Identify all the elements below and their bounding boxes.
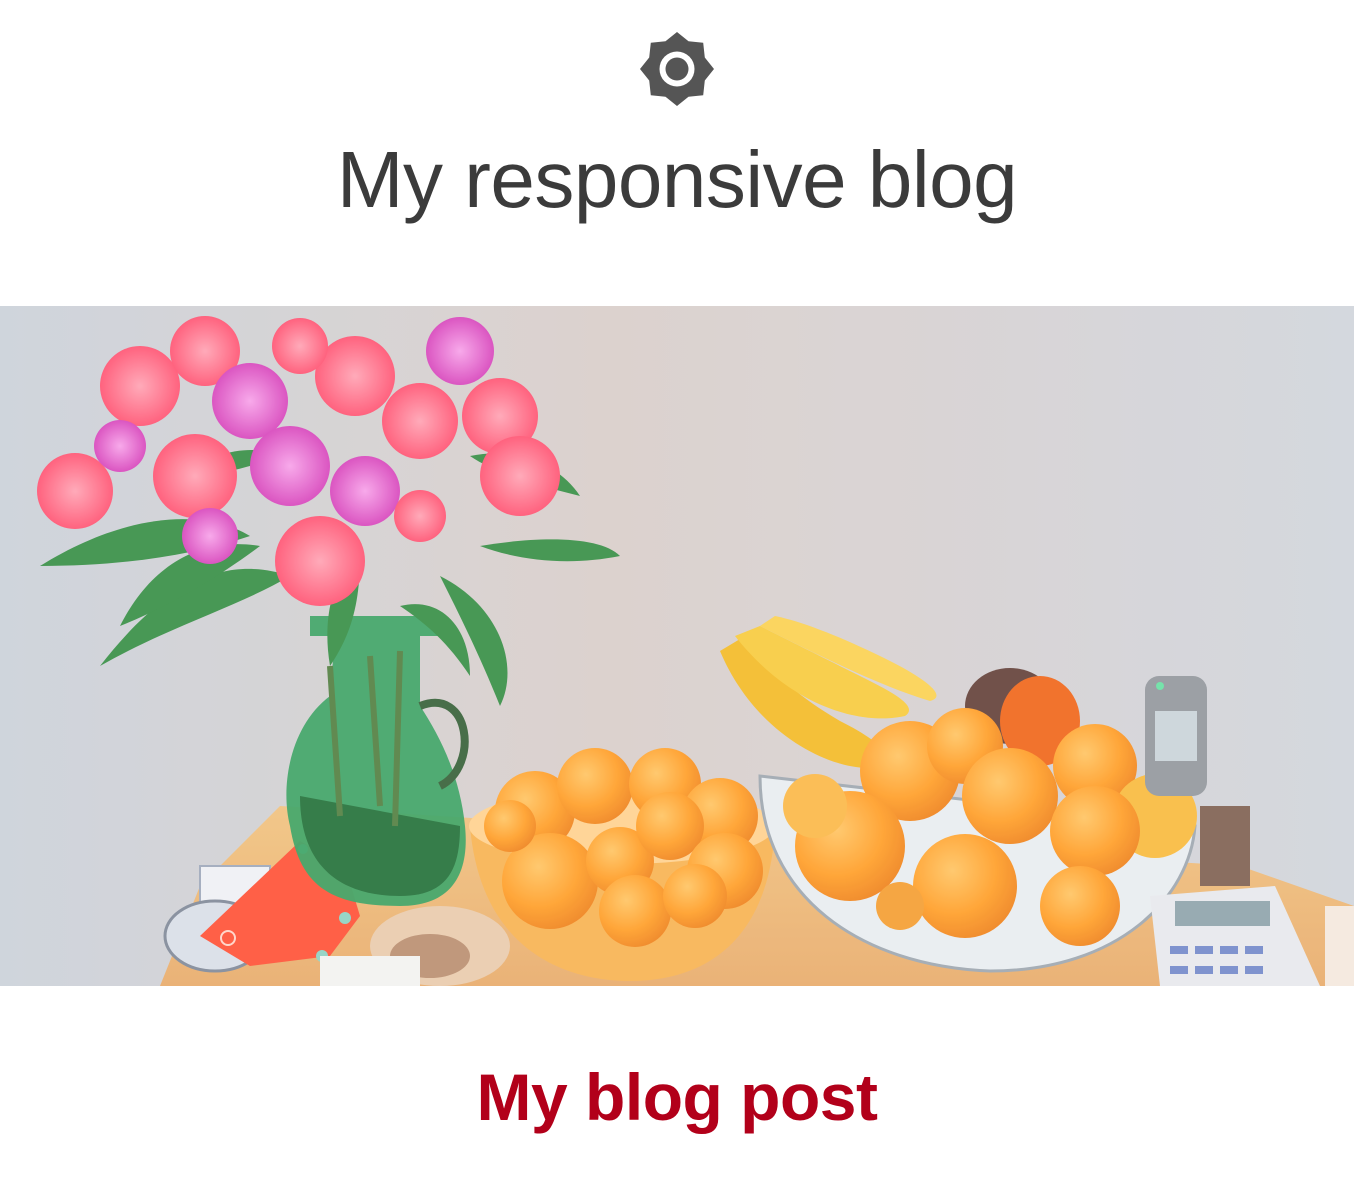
site-header: My responsive blog	[0, 0, 1354, 306]
photo-filter	[0, 306, 1354, 986]
post-title: My blog post	[0, 1054, 1354, 1140]
sun-icon-graphic	[640, 32, 714, 106]
page: My responsive blog My blog post	[0, 0, 1354, 1202]
post-title-link[interactable]: My blog post	[477, 1060, 878, 1134]
sun-icon[interactable]	[638, 30, 716, 108]
sun-icon-core	[665, 57, 689, 81]
site-title[interactable]: My responsive blog	[0, 132, 1354, 228]
hero-image	[0, 306, 1354, 986]
still-life-photo	[0, 306, 1354, 986]
